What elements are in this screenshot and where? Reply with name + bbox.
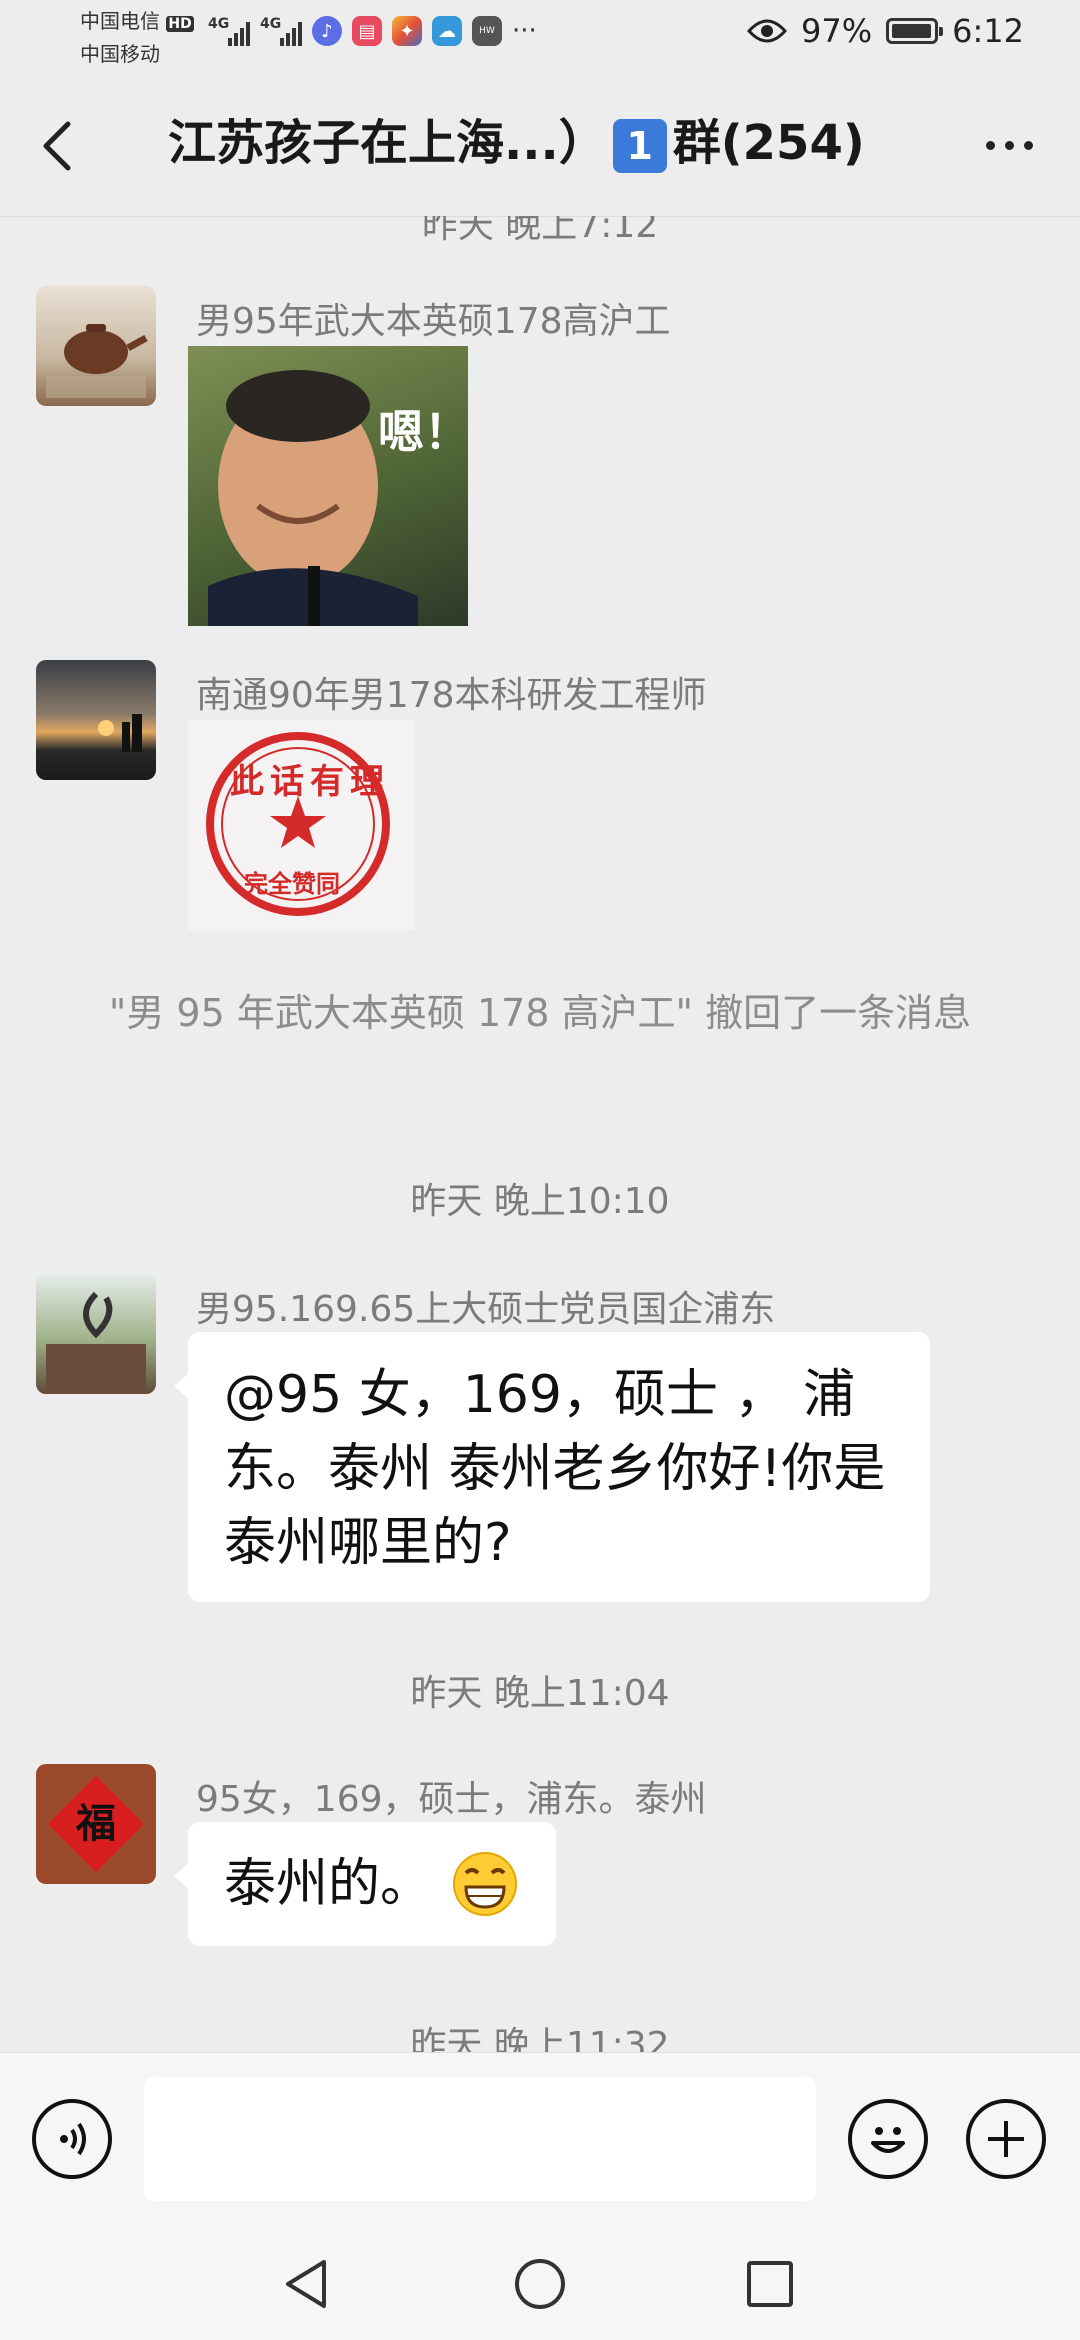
- recall-notice: "男 95 年武大本英硕 178 高沪工" 撤回了一条消息: [108, 991, 972, 1035]
- carrier-1: 中国电信: [80, 9, 160, 33]
- huawei-app-icon: HW: [472, 16, 502, 46]
- chevron-left-icon: [43, 121, 71, 171]
- battery-percent: 97%: [801, 12, 873, 50]
- timestamp-partial: 昨天 晚上7:12: [421, 216, 659, 246]
- dot-icon: [1023, 140, 1033, 150]
- more-options-button[interactable]: [974, 120, 1044, 170]
- message-bubble[interactable]: @95 女，169，硕士 ， 浦东。泰州 泰州老乡你好!你是泰州哪里的?: [174, 1332, 930, 1602]
- message-input[interactable]: [144, 2077, 816, 2201]
- status-icons: 4G 4G ♪ ▤ ✦ ☁ HW ···: [208, 16, 537, 46]
- sender-name: 95女，169，硕士，浦东。泰州: [196, 1779, 707, 1820]
- recents-nav-icon[interactable]: [740, 2254, 800, 2314]
- plus-button[interactable]: [966, 2099, 1046, 2179]
- timestamp: 昨天 晚上10:10: [410, 1181, 670, 1222]
- grin-emoji-icon: [453, 1852, 517, 1916]
- system-nav-bar: [0, 2232, 1080, 2340]
- sticker-text: 嗯！: [378, 405, 468, 459]
- music-app-icon: ♪: [312, 16, 342, 46]
- message-list[interactable]: 昨天 晚上7:12 男95年武大本英硕178高沪工 嗯！ 南通90年男178本科…: [0, 216, 1080, 2052]
- message-text: 泰州的。: [224, 1854, 433, 1914]
- dot-icon: [985, 140, 995, 150]
- avatar-character: 福: [76, 1801, 116, 1847]
- battery-icon: [886, 18, 944, 44]
- timestamp: 昨天 晚上11:04: [410, 1673, 670, 1714]
- sticker-image[interactable]: 此话有理 完全赞同: [188, 720, 414, 930]
- avatar[interactable]: [36, 286, 156, 406]
- avatar[interactable]: [36, 660, 156, 780]
- chat-title-main: 江苏孩子在上海...）: [168, 115, 607, 171]
- status-right: 97% 6:12: [747, 12, 1024, 50]
- input-bar: [0, 2052, 1080, 2233]
- chat-title: 江苏孩子在上海...） 1 群(254): [168, 108, 865, 178]
- carrier-info: 中国电信 HD 中国移动: [80, 6, 194, 69]
- message-bubble[interactable]: 泰州的。: [174, 1822, 556, 1946]
- sender-name: 男95年武大本英硕178高沪工: [196, 301, 671, 342]
- sunset-avatar-image: [98, 714, 142, 752]
- signal-icon-1: 4G: [208, 16, 250, 46]
- voice-icon: [60, 2122, 86, 2156]
- avatar[interactable]: 福: [36, 1764, 156, 1884]
- gallery-app-icon: ✦: [392, 16, 422, 46]
- chat-header: 江苏孩子在上海...） 1 群(254): [0, 72, 1080, 217]
- plus-icon: [988, 2121, 1024, 2157]
- carrier-2: 中国移动: [80, 42, 160, 66]
- timestamp-partial: 昨天 晚上11:32: [410, 2025, 670, 2052]
- more-notifications-icon: ···: [512, 16, 537, 46]
- signal-icon-2: 4G: [260, 16, 302, 46]
- smiley-icon: [871, 2127, 905, 2153]
- clock: 6:12: [952, 12, 1024, 50]
- sender-name: 南通90年男178本科研发工程师: [196, 675, 707, 716]
- sculpture-avatar-image: [46, 1291, 146, 1394]
- avatar[interactable]: [36, 1274, 156, 1394]
- battery-level: [892, 24, 932, 38]
- stamp-bottom-text: 完全赞同: [244, 870, 340, 898]
- chat-title-count: 群(254): [672, 115, 865, 171]
- dot-icon: [1004, 140, 1014, 150]
- stamp-top-text: 此话有理: [230, 762, 390, 802]
- eye-icon: [747, 19, 788, 43]
- back-nav-icon[interactable]: [278, 2254, 338, 2314]
- message-text: @95 女，169，硕士 ， 浦东。泰州 泰州老乡你好!你是泰州哪里的?: [224, 1365, 886, 1573]
- back-button[interactable]: [30, 110, 90, 180]
- book-app-icon: ▤: [352, 16, 382, 46]
- sticker-image[interactable]: 嗯！: [188, 346, 468, 626]
- hd-badge: HD: [166, 16, 194, 32]
- home-nav-icon[interactable]: [510, 2254, 570, 2314]
- keycap-badge: 1: [612, 119, 667, 173]
- voice-button[interactable]: [32, 2099, 112, 2179]
- teapot-avatar-image: [46, 324, 148, 398]
- sender-name: 男95.169.65上大硕士党员国企浦东: [196, 1289, 776, 1330]
- cloud-app-icon: ☁: [432, 16, 462, 46]
- sticker-face-illustration: [208, 370, 418, 626]
- emoji-button[interactable]: [848, 2099, 928, 2179]
- status-bar: 中国电信 HD 中国移动 4G 4G ♪ ▤ ✦ ☁ HW ··· 97% 6:…: [0, 0, 1080, 72]
